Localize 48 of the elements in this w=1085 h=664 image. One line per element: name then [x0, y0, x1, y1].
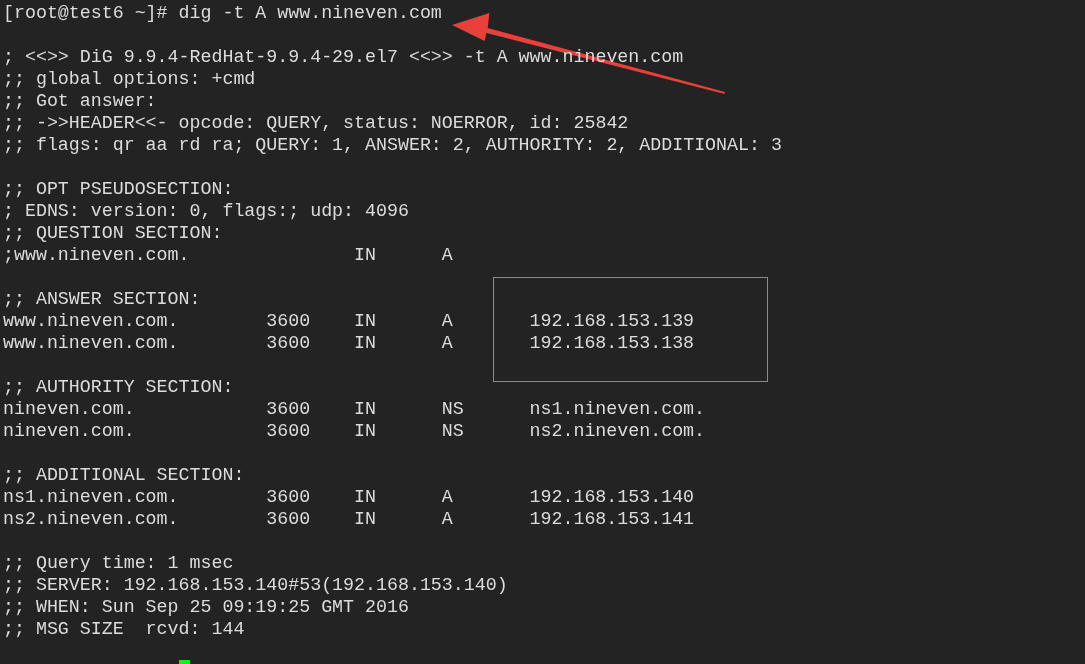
record-ttl: 3600 — [266, 420, 312, 442]
record-class: IN — [354, 332, 377, 354]
terminal-line: ;; AUTHORITY SECTION: — [3, 376, 234, 398]
record-class: IN — [354, 486, 377, 508]
record-class: IN — [354, 398, 377, 420]
record-name: ns2.nineven.com. — [3, 508, 180, 530]
record-ttl: 3600 — [266, 508, 312, 530]
record-data: ns2.nineven.com. — [529, 420, 706, 442]
record-ttl: 3600 — [266, 332, 312, 354]
terminal-line: ;; global options: +cmd — [3, 68, 256, 90]
record-type: NS — [441, 420, 465, 442]
record-type: A — [441, 486, 454, 508]
record-name: www.nineven.com. — [3, 332, 180, 354]
record-ttl: 3600 — [266, 398, 312, 420]
record-data: 192.168.153.139 — [529, 310, 695, 332]
terminal-line: ;; MSG SIZE rcvd: 144 — [3, 618, 245, 640]
terminal-line: ;; WHEN: Sun Sep 25 09:19:25 GMT 2016 — [3, 596, 409, 618]
record-type: A — [441, 244, 454, 266]
terminal-line: ;; ->>HEADER<<- opcode: QUERY, status: NOERROR, id: 25842 — [3, 112, 629, 134]
terminal-line: ;; ADDITIONAL SECTION: — [3, 464, 245, 486]
record-ttl: 3600 — [266, 310, 312, 332]
terminal-line: ;; QUESTION SECTION: — [3, 222, 223, 244]
record-type: A — [441, 332, 454, 354]
record-class: IN — [354, 244, 377, 266]
record-type: A — [441, 508, 454, 530]
record-ttl: 3600 — [266, 486, 312, 508]
record-class: IN — [354, 310, 377, 332]
record-data: ns1.nineven.com. — [529, 398, 706, 420]
record-name: nineven.com. — [3, 420, 136, 442]
terminal-line: [root@test6 ~]# dig -t A www.nineven.com — [3, 2, 442, 24]
terminal-line: ;; SERVER: 192.168.153.140#53(192.168.153.140) — [3, 574, 508, 596]
record-data: 192.168.153.140 — [529, 486, 695, 508]
record-name: nineven.com. — [3, 398, 136, 420]
record-name: ns1.nineven.com. — [3, 486, 180, 508]
record-class: IN — [354, 508, 377, 530]
record-data: 192.168.153.138 — [529, 332, 695, 354]
record-class: IN — [354, 420, 377, 442]
terminal-line: ;; OPT PSEUDOSECTION: — [3, 178, 234, 200]
record-type: NS — [441, 398, 465, 420]
terminal-line: ; EDNS: version: 0, flags:; udp: 4096 — [3, 200, 409, 222]
terminal-line: ;; Got answer: — [3, 90, 157, 112]
record-name: ;www.nineven.com. — [3, 244, 191, 266]
terminal-line: ;; Query time: 1 msec — [3, 552, 234, 574]
record-data: 192.168.153.141 — [529, 508, 695, 530]
terminal-line: ;; ANSWER SECTION: — [3, 288, 201, 310]
record-name: www.nineven.com. — [3, 310, 180, 332]
record-type: A — [441, 310, 454, 332]
terminal-line: ;; flags: qr aa rd ra; QUERY: 1, ANSWER: 2, AUTHORITY: 2, ADDITIONAL: 3 — [3, 134, 782, 156]
